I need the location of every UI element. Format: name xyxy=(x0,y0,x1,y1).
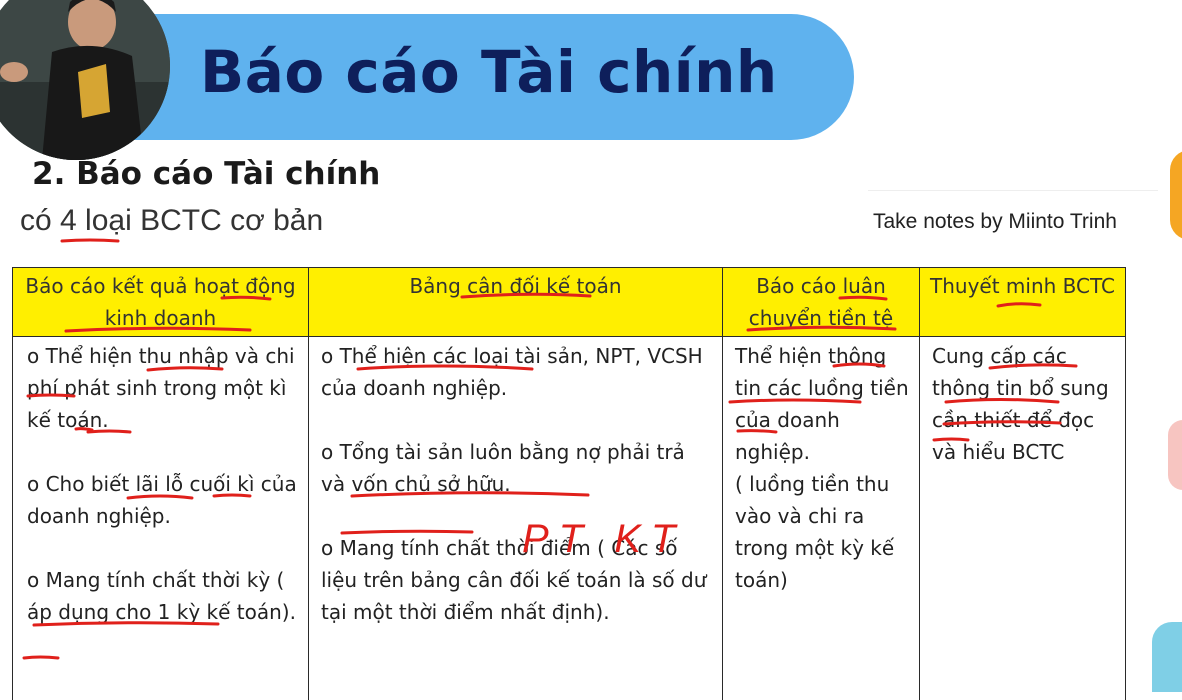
ink-underline xyxy=(62,240,118,241)
cell-income-statement: o Thể hiện thu nhập và chi phí phát sinh… xyxy=(13,337,309,700)
header-income-statement: Báo cáo kết quả hoạt động kinh doanh xyxy=(13,268,309,337)
header-notes: Thuyết minh BCTC xyxy=(920,268,1126,337)
notes-credit: Take notes by Miinto Trinh xyxy=(873,210,1117,234)
financial-statements-table: Báo cáo kết quả hoạt động kinh doanh Bản… xyxy=(12,267,1126,700)
decoration-shape xyxy=(1152,622,1182,692)
section-heading: 2. Báo cáo Tài chính xyxy=(32,156,380,192)
decoration-shape xyxy=(1168,420,1182,490)
page-title: Báo cáo Tài chính xyxy=(200,38,778,106)
decoration-shape xyxy=(1170,150,1182,240)
section-subheading: có 4 loại BCTC cơ bản xyxy=(20,204,323,238)
header-balance-sheet: Bảng cân đối kế toán xyxy=(309,268,723,337)
cell-cash-flow: Thể hiện thông tin các luồng tiền của do… xyxy=(723,337,920,700)
cell-notes: Cung cấp các thông tin bổ sung cần thiết… xyxy=(920,337,1126,700)
table-row: o Thể hiện thu nhập và chi phí phát sinh… xyxy=(13,337,1126,700)
cell-balance-sheet: o Thể hiện các loại tài sản, NPT, VCSH c… xyxy=(309,337,723,700)
table-header-row: Báo cáo kết quả hoạt động kinh doanh Bản… xyxy=(13,268,1126,337)
header-cash-flow: Báo cáo luân chuyển tiền tệ xyxy=(723,268,920,337)
